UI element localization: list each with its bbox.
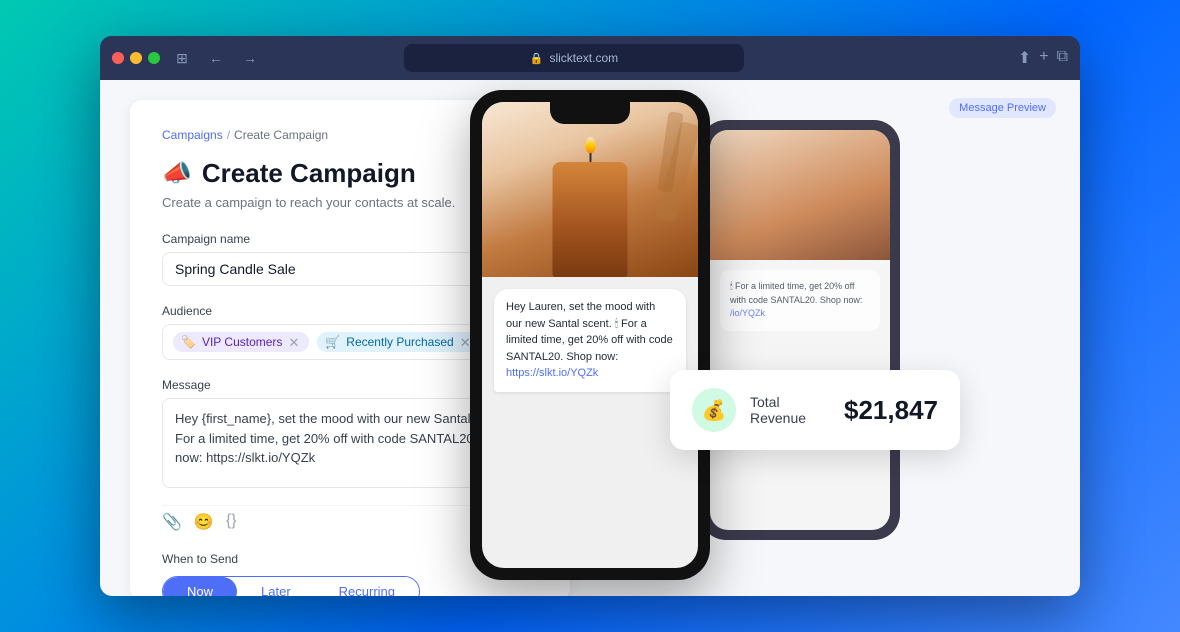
recent-tag-remove[interactable]: ✕ — [460, 336, 471, 349]
title-text: Create Campaign — [202, 158, 416, 189]
breadcrumb-separator: / — [227, 128, 230, 142]
phone-message-area: Hey Lauren, set the mood with our new Sa… — [482, 277, 698, 404]
bg-phone-message: 🕯 For a limited time, get 20% off with c… — [720, 270, 880, 331]
vip-tag-label: VIP Customers — [202, 335, 282, 349]
bg-phone-link: /io/YQZk — [730, 308, 765, 318]
revenue-card: 💰 Total Revenue $21,847 — [670, 370, 960, 450]
revenue-label: Total Revenue — [750, 394, 830, 426]
maximize-button[interactable] — [148, 52, 160, 64]
phone-message-text: Hey Lauren, set the mood with our new Sa… — [506, 301, 673, 363]
address-bar[interactable]: 🔒 slicktext.com — [404, 44, 744, 72]
close-button[interactable] — [112, 52, 124, 64]
browser-actions: ⬆ + ⧉ — [1018, 48, 1068, 68]
phone-mockup: Hey Lauren, set the mood with our new Sa… — [470, 90, 710, 580]
candle-flame — [585, 137, 595, 153]
phone-message-bubble: Hey Lauren, set the mood with our new Sa… — [494, 289, 686, 392]
tabs-icon[interactable]: ⧉ — [1057, 48, 1068, 68]
background-phone: 🕯 For a limited time, get 20% off with c… — [700, 120, 900, 540]
candle-body — [553, 162, 628, 277]
revenue-amount: $21,847 — [844, 395, 938, 426]
send-option-recurring[interactable]: Recurring — [315, 577, 419, 596]
recent-tag-icon: 🛒 — [325, 335, 340, 349]
emoji-icon[interactable]: 😊 — [194, 512, 214, 532]
breadcrumb-campaigns-link[interactable]: Campaigns — [162, 128, 223, 142]
browser-window: ⊞ ← → 🔒 slicktext.com ⬆ + ⧉ Campaigns / … — [100, 36, 1080, 596]
candle-wick — [589, 153, 591, 162]
bg-phone-candle-image — [710, 130, 890, 260]
phone-candle-image — [482, 102, 698, 277]
back-icon[interactable]: ← — [204, 46, 228, 70]
minimize-button[interactable] — [130, 52, 142, 64]
attachment-icon[interactable]: 📎 — [162, 512, 182, 532]
send-option-now[interactable]: Now — [163, 577, 237, 596]
breadcrumb-current: Create Campaign — [234, 128, 328, 142]
bg-phone-screen: 🕯 For a limited time, get 20% off with c… — [710, 130, 890, 530]
page-content: Campaigns / Create Campaign 📣 Create Cam… — [100, 80, 1080, 596]
message-preview-badge: Message Preview — [949, 98, 1056, 118]
phone-notch — [550, 102, 630, 124]
revenue-icon: 💰 — [692, 388, 736, 432]
vip-tag-remove[interactable]: ✕ — [288, 336, 299, 349]
recent-tag-label: Recently Purchased — [346, 335, 453, 349]
tag-vip-customers[interactable]: 🏷️ VIP Customers ✕ — [173, 332, 309, 352]
browser-toolbar: ⊞ ← → 🔒 slicktext.com ⬆ + ⧉ — [100, 36, 1080, 80]
tag-recently-purchased[interactable]: 🛒 Recently Purchased ✕ — [317, 332, 480, 352]
sidebar-toggle-icon[interactable]: ⊞ — [170, 46, 194, 70]
phone-message-link[interactable]: https://slkt.io/YQZk — [506, 367, 598, 379]
send-options: Now Later Recurring — [162, 576, 420, 596]
send-option-later[interactable]: Later — [237, 577, 315, 596]
forward-icon[interactable]: → — [238, 46, 262, 70]
phone-screen: Hey Lauren, set the mood with our new Sa… — [482, 102, 698, 568]
url-text: slicktext.com — [549, 51, 618, 65]
new-tab-icon[interactable]: + — [1039, 48, 1048, 68]
security-icon: 🔒 — [530, 52, 544, 65]
vip-tag-icon: 🏷️ — [181, 335, 196, 349]
title-emoji: 📣 — [162, 159, 192, 188]
code-icon[interactable]: {} — [226, 512, 237, 532]
traffic-lights — [112, 52, 160, 64]
share-icon[interactable]: ⬆ — [1018, 48, 1031, 68]
